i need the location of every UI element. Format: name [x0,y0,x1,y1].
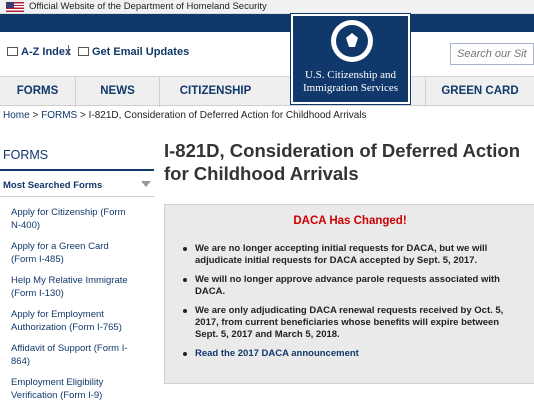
sidebar-item-n400[interactable]: Apply for Citizenship (Form N-400) [11,206,136,232]
logo-line-2: Immigration Services [302,82,398,94]
breadcrumb-forms[interactable]: FORMS [41,110,77,121]
sidebar-item-i765[interactable]: Apply for Employment Authorization (Form… [11,308,136,334]
email-updates-label: Get Email Updates [92,46,190,58]
daca-alert-box: DACA Has Changed! We are no longer accep… [164,204,534,384]
book-icon [7,47,18,56]
breadcrumb-separator: > [32,110,42,121]
alert-bullet: We are only adjudicating DACA renewal re… [179,305,519,341]
az-index-link[interactable]: A-Z Index [7,45,71,59]
alert-bullet: We are no longer accepting initial reque… [179,243,519,267]
dhs-seal-icon [331,20,373,62]
sidebar-divider [0,169,154,171]
nav-forms[interactable]: FORMS [0,77,75,107]
sidebar-title: FORMS [3,148,49,162]
gov-banner-text: Official Website of the Department of Ho… [29,1,267,12]
alert-title: DACA Has Changed! [293,215,407,227]
nav-green-card[interactable]: GREEN CARD [425,77,534,107]
chevron-down-icon[interactable] [141,181,151,187]
logo-line-1: U.S. Citizenship and [304,69,397,81]
sidebar-item-i485[interactable]: Apply for a Green Card (Form I-485) [11,240,136,266]
utility-bar: A-Z Index | Get Email Updates [0,32,534,76]
eagle-icon [346,33,358,47]
az-index-label: A-Z Index [21,46,72,58]
daca-announcement-link[interactable]: Read the 2017 DACA announcement [179,348,519,360]
sidebar-subdivider [0,196,154,197]
main-nav: FORMS NEWS CITIZENSHIP GREEN CARD [0,76,534,107]
breadcrumb-separator: > [79,110,89,121]
email-updates-link[interactable]: Get Email Updates [78,45,189,59]
sidebar-item-i9[interactable]: Employment Eligibility Verification (For… [11,376,136,401]
sidebar-list: Apply for Citizenship (Form N-400) Apply… [11,206,136,401]
us-flag-icon [6,2,24,12]
utility-separator: | [67,44,70,56]
sidebar-item-i130[interactable]: Help My Relative Immigrate (Form I-130) [11,274,136,300]
gov-banner: Official Website of the Department of Ho… [0,0,534,14]
breadcrumb-home[interactable]: Home [3,110,30,121]
nav-news[interactable]: NEWS [75,77,159,107]
breadcrumb-current: I-821D, Consideration of Deferred Action… [88,110,367,121]
alert-list: We are no longer accepting initial reque… [179,243,519,367]
search-input[interactable] [451,44,533,64]
search-box [450,43,534,65]
alert-bullet: We will no longer approve advance parole… [179,274,519,298]
sidebar-subtitle[interactable]: Most Searched Forms [3,180,102,191]
header-band [0,14,534,32]
logo-text: U.S. Citizenship and Immigration Service… [293,69,408,95]
envelope-icon [78,47,89,56]
nav-citizenship[interactable]: CITIZENSHIP [159,77,271,107]
breadcrumb: Home > FORMS > I-821D, Consideration of … [3,110,367,121]
sidebar-item-i864[interactable]: Affidavit of Support (Form I-864) [11,342,136,368]
uscis-logo[interactable]: U.S. Citizenship and Immigration Service… [291,14,410,104]
page-title: I-821D, Consideration of Deferred Action… [164,140,521,184]
